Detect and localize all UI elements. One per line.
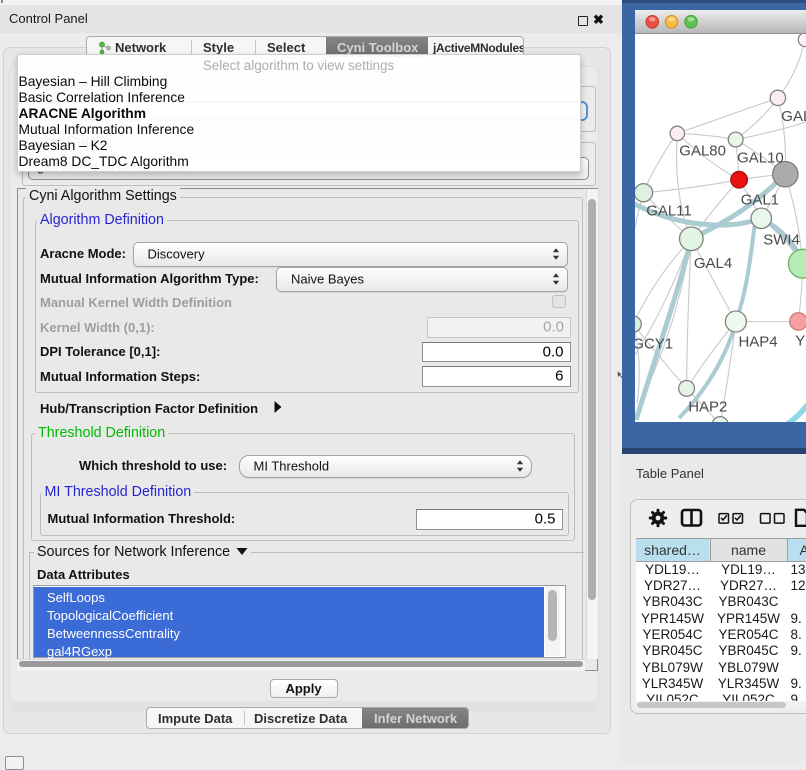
svg-text:HAP2: HAP2 <box>688 399 727 416</box>
svg-text:GAL4: GAL4 <box>694 255 732 272</box>
svg-text:HAP4: HAP4 <box>738 334 777 351</box>
svg-text:GCY1: GCY1 <box>635 336 673 353</box>
svg-text:GAL11: GAL11 <box>646 203 692 220</box>
svg-text:SWI4: SWI4 <box>763 232 800 249</box>
svg-text:GAL7: GAL7 <box>781 108 806 125</box>
svg-text:GAL10: GAL10 <box>737 150 784 167</box>
svg-text:Y: Y <box>795 333 805 350</box>
svg-text:GAL1: GAL1 <box>740 192 778 209</box>
svg-text:GAL80: GAL80 <box>679 143 726 160</box>
